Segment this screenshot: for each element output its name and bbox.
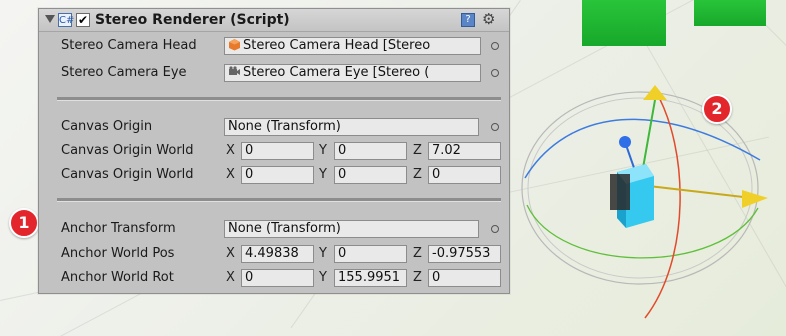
- component-enabled-checkbox[interactable]: ✔: [76, 13, 90, 27]
- y-axis-label: Y: [319, 270, 327, 285]
- help-icon[interactable]: ?: [461, 13, 475, 27]
- anchor-world-rot-label: Anchor World Rot: [61, 270, 174, 285]
- anchor-rot-z-input[interactable]: 0: [428, 269, 501, 287]
- z-axis-label: Z: [413, 143, 422, 158]
- z-axis-label: Z: [413, 246, 422, 261]
- x-axis-label: X: [226, 270, 235, 285]
- y-axis-label: Y: [319, 246, 327, 261]
- canvas-origin-field[interactable]: None (Transform): [224, 118, 479, 136]
- canvas-origin-rot-x-input[interactable]: 0: [241, 166, 314, 184]
- canvas-origin-world-pos-label: Canvas Origin World: [61, 143, 194, 158]
- object-picker-icon[interactable]: [491, 123, 499, 131]
- stereo-renderer-inspector: C# ✔ Stereo Renderer (Script) ? ⚙ Stereo…: [38, 8, 510, 294]
- anchor-pos-z-input[interactable]: -0.97553: [428, 245, 501, 263]
- canvas-origin-rot-y-input[interactable]: 0: [334, 166, 407, 184]
- stereo-camera-head-value: Stereo Camera Head [Stereo: [243, 38, 431, 53]
- anchor-pos-y-input[interactable]: 0: [334, 245, 407, 263]
- gear-icon[interactable]: ⚙: [482, 10, 495, 28]
- callout-badge-1: 1: [9, 208, 39, 238]
- y-axis-label: Y: [319, 143, 327, 158]
- component-title: Stereo Renderer (Script): [95, 12, 290, 28]
- component-header[interactable]: C# ✔ Stereo Renderer (Script) ? ⚙: [39, 9, 509, 32]
- foldout-arrow-icon[interactable]: [45, 15, 55, 23]
- stereo-camera-head-field[interactable]: Stereo Camera Head [Stereo: [224, 37, 481, 55]
- anchor-rot-x-input[interactable]: 0: [241, 269, 314, 287]
- z-axis-label: Z: [413, 270, 422, 285]
- canvas-origin-pos-z-input[interactable]: 7.02: [428, 142, 501, 160]
- anchor-transform-label: Anchor Transform: [61, 221, 176, 236]
- canvas-origin-label: Canvas Origin: [61, 119, 153, 134]
- anchor-pos-x-input[interactable]: 4.49838: [241, 245, 314, 263]
- x-axis-label: X: [226, 246, 235, 261]
- anchor-rot-y-input[interactable]: 155.9951: [334, 269, 407, 287]
- camera-icon: [229, 66, 240, 75]
- y-axis-label: Y: [319, 167, 327, 182]
- x-axis-label: X: [226, 143, 235, 158]
- anchor-transform-field[interactable]: None (Transform): [224, 220, 479, 238]
- canvas-origin-world-rot-label: Canvas Origin World: [61, 167, 194, 182]
- object-picker-icon[interactable]: [491, 69, 499, 77]
- section-separator: [57, 97, 501, 101]
- stereo-camera-head-label: Stereo Camera Head: [61, 38, 197, 53]
- prefab-cube-icon: [229, 39, 240, 51]
- script-icon: C#: [58, 13, 75, 27]
- stereo-camera-eye-field[interactable]: Stereo Camera Eye [Stereo (: [224, 64, 481, 82]
- callout-badge-2: 2: [702, 94, 732, 124]
- z-axis-label: Z: [413, 167, 422, 182]
- anchor-world-pos-label: Anchor World Pos: [61, 246, 175, 261]
- canvas-origin-rot-z-input[interactable]: 0: [428, 166, 501, 184]
- canvas-origin-pos-x-input[interactable]: 0: [241, 142, 314, 160]
- object-picker-icon[interactable]: [491, 225, 499, 233]
- object-picker-icon[interactable]: [491, 42, 499, 50]
- stereo-camera-eye-value: Stereo Camera Eye [Stereo (: [243, 65, 430, 80]
- x-axis-label: X: [226, 167, 235, 182]
- stereo-camera-eye-label: Stereo Camera Eye: [61, 65, 187, 80]
- canvas-origin-pos-y-input[interactable]: 0: [334, 142, 407, 160]
- section-separator: [57, 198, 501, 202]
